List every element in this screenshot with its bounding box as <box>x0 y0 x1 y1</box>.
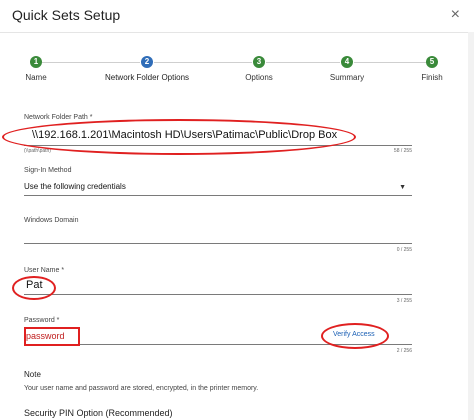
dialog-header: Quick Sets Setup × <box>0 0 474 33</box>
signin-method-select[interactable]: Sign-In Method Use the following credent… <box>24 167 412 197</box>
annotation-circle <box>2 119 356 155</box>
step-number: 5 <box>426 56 438 68</box>
annotation-box <box>24 327 80 346</box>
user-name-field[interactable]: User Name * Pat 3 / 255 <box>24 267 412 307</box>
dialog-title: Quick Sets Setup <box>12 7 121 23</box>
note-body: Your user name and password are stored, … <box>24 385 259 392</box>
dropdown-caret-icon[interactable]: ▼ <box>399 184 406 191</box>
field-label: Sign-In Method <box>24 167 72 174</box>
scrollbar[interactable] <box>468 32 474 420</box>
windows-domain-field[interactable]: Windows Domain 0 / 255 <box>24 217 412 257</box>
step-number: 2 <box>141 56 153 68</box>
step-name[interactable]: 1 Name <box>0 56 96 82</box>
field-underline <box>24 243 412 244</box>
char-counter: 2 / 256 <box>396 348 412 354</box>
field-underline <box>24 195 412 196</box>
step-number: 4 <box>341 56 353 68</box>
close-icon[interactable]: × <box>451 6 460 24</box>
char-counter: 0 / 255 <box>396 247 412 253</box>
signin-method-value[interactable]: Use the following credentials <box>24 182 126 191</box>
char-counter: 58 / 255 <box>393 148 412 154</box>
step-label: Name <box>25 73 47 82</box>
step-network-folder-options[interactable]: 2 Network Folder Options <box>87 56 207 82</box>
field-underline <box>24 294 412 295</box>
step-label: Network Folder Options <box>104 73 190 82</box>
annotation-circle <box>12 276 56 300</box>
step-finish[interactable]: 5 Finish <box>372 56 474 82</box>
field-label: Windows Domain <box>24 217 79 224</box>
annotation-circle <box>321 323 389 349</box>
field-label: Password * <box>24 317 60 324</box>
field-label: Network Folder Path * <box>24 114 93 121</box>
step-number: 1 <box>30 56 42 68</box>
char-counter: 3 / 255 <box>396 298 412 304</box>
note-heading: Note <box>24 370 41 379</box>
field-label: User Name * <box>24 267 65 274</box>
step-number: 3 <box>253 56 265 68</box>
security-pin-heading: Security PIN Option (Recommended) <box>24 408 173 418</box>
step-label: Finish <box>421 73 443 82</box>
